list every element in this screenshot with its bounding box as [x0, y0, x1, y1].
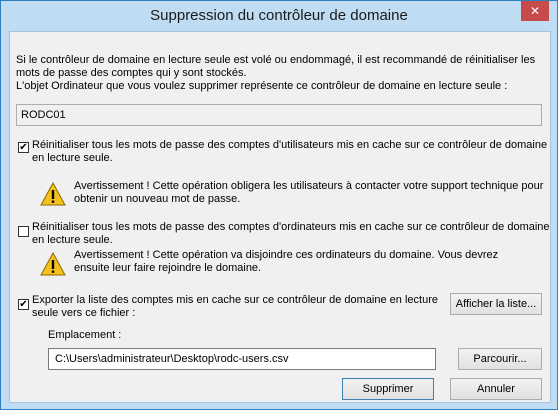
computer-warning-line-1: Avertissement ! Cette opération va disjo…: [74, 249, 499, 261]
reset-computer-passwords-checkbox[interactable]: [18, 226, 29, 237]
export-list-label-2[interactable]: seule vers ce fichier :: [32, 307, 135, 320]
computer-object-field: RODC01: [16, 104, 542, 126]
reset-computer-passwords-label-1[interactable]: Réinitialiser tous les mots de passe des…: [32, 221, 550, 234]
reset-user-passwords-label-1[interactable]: Réinitialiser tous les mots de passe des…: [32, 139, 547, 152]
user-warning-line-1: Avertissement ! Cette opération obligera…: [74, 180, 544, 192]
warning-triangle-icon: [40, 252, 66, 276]
export-list-label-1[interactable]: Exporter la liste des comptes mis en cac…: [32, 294, 438, 307]
location-label: Emplacement :: [48, 329, 122, 341]
window-title: Suppression du contrôleur de domaine: [150, 7, 408, 24]
intro-line-1: Si le contrôleur de domaine en lecture s…: [16, 54, 536, 66]
intro-line-3: L'objet Ordinateur que vous voulez suppr…: [16, 80, 508, 92]
computer-warning-line-2: ensuite leur faire rejoindre le domaine.: [74, 262, 262, 274]
dialog-window: Suppression du contrôleur de domaine ✕ S…: [0, 0, 558, 410]
export-list-checkbox[interactable]: ✔: [18, 299, 29, 310]
location-input[interactable]: C:\Users\administrateur\Desktop\rodc-use…: [48, 348, 436, 370]
reset-user-passwords-label-2[interactable]: en lecture seule.: [32, 152, 113, 165]
close-icon[interactable]: ✕: [521, 1, 549, 21]
user-warning-line-2: obtenir un nouveau mot de passe.: [74, 193, 241, 205]
show-list-button[interactable]: Afficher la liste...: [450, 293, 542, 315]
intro-line-2: mots de passe des comptes qui y sont sto…: [16, 67, 247, 79]
title-bar[interactable]: Suppression du contrôleur de domaine ✕: [1, 1, 557, 31]
delete-button[interactable]: Supprimer: [342, 378, 434, 400]
browse-button[interactable]: Parcourir...: [458, 348, 542, 370]
cancel-button[interactable]: Annuler: [450, 378, 542, 400]
reset-computer-passwords-label-2[interactable]: en lecture seule.: [32, 234, 113, 247]
reset-user-passwords-checkbox[interactable]: ✔: [18, 142, 29, 153]
dialog-body: Si le contrôleur de domaine en lecture s…: [9, 31, 551, 403]
warning-triangle-icon: [40, 182, 66, 206]
